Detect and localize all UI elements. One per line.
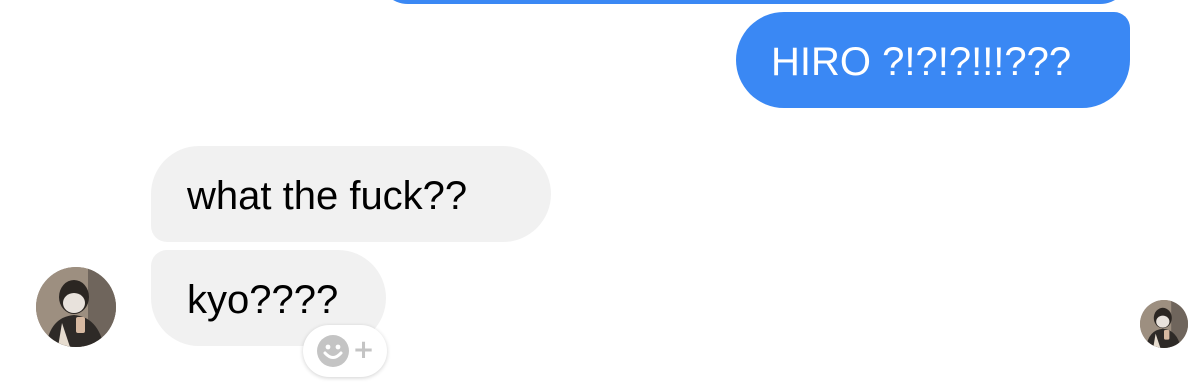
avatar-photo — [36, 267, 116, 347]
message-text: kyo???? — [187, 278, 339, 322]
contact-avatar[interactable] — [36, 267, 116, 347]
message-text: what the fuck?? — [187, 174, 468, 218]
received-message-bubble[interactable]: what the fuck?? — [151, 146, 551, 242]
avatar-photo — [1140, 300, 1188, 348]
add-reaction-button[interactable]: + — [303, 325, 387, 377]
previous-sent-message-bubble[interactable] — [378, 0, 1130, 4]
read-receipt-avatar — [1140, 300, 1188, 348]
smiley-icon — [316, 335, 349, 367]
plus-icon: + — [352, 335, 375, 365]
message-text: HIRO ?!?!?!!!??? — [771, 40, 1072, 84]
sent-message-bubble[interactable]: HIRO ?!?!?!!!??? — [736, 12, 1130, 108]
